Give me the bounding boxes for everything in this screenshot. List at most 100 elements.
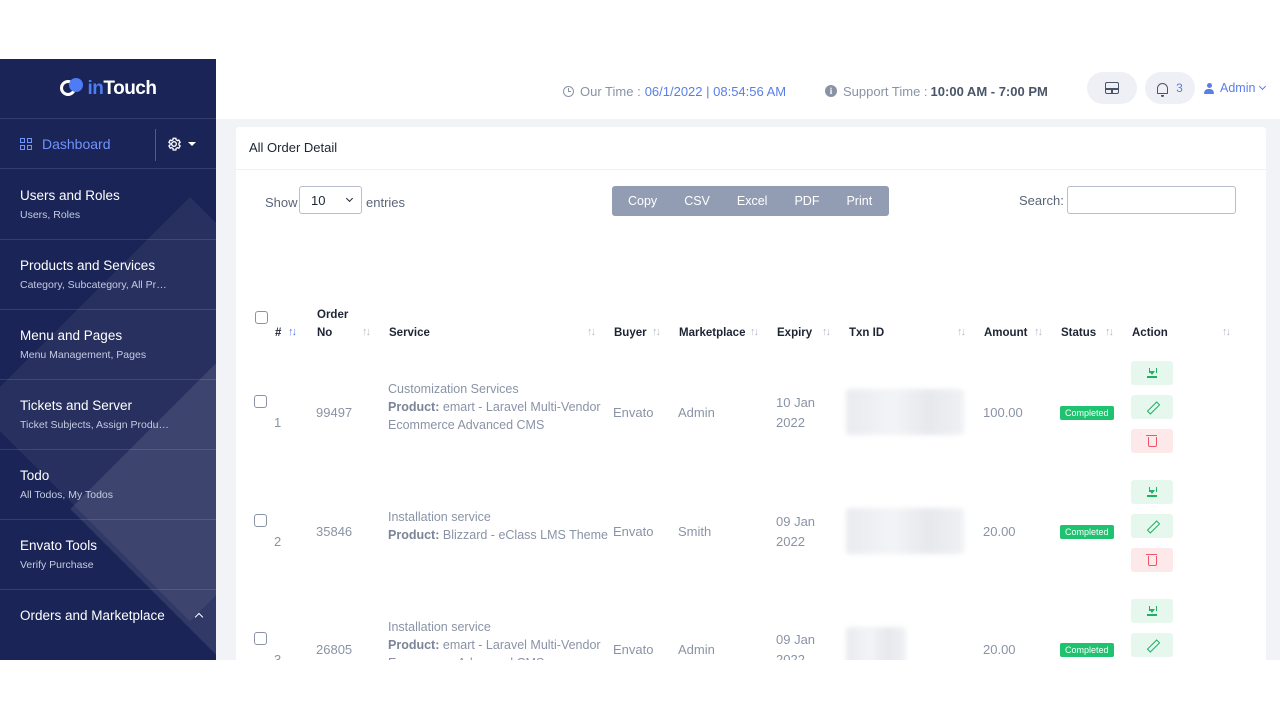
sort-icon[interactable]: ↑↓ [587, 326, 596, 338]
sidebar-item-title: Tickets and Server [20, 398, 133, 413]
order-no: 99497 [316, 405, 353, 420]
sort-icon[interactable]: ↑↓ [957, 326, 966, 338]
sidebar-item-title: Menu and Pages [20, 328, 123, 343]
export-button-group: Copy CSV Excel PDF Print [612, 186, 889, 216]
row-index: 2 [274, 534, 282, 549]
sort-icon[interactable]: ↑↓ [1105, 326, 1114, 338]
expiry-date: 09 Jan [776, 632, 816, 647]
excel-button[interactable]: Excel [737, 194, 768, 208]
copy-button[interactable]: Copy [628, 194, 657, 208]
service-name: Customization Services [388, 382, 519, 396]
sidebar-item-orders-and-marketplace[interactable]: Orders and Marketplace [0, 590, 216, 660]
bell-icon [1157, 82, 1169, 97]
product-line: Product: emart - Laravel Multi-Vendor Ec… [388, 638, 601, 660]
our-time-label: Our Time : [580, 83, 641, 99]
our-time-value: 06/1/2022 | 08:54:56 AM [644, 83, 787, 99]
order-no: 35846 [316, 524, 353, 539]
sidebar-item-envato-tools[interactable]: Envato Tools Verify Purchase [0, 520, 216, 590]
amount: 20.00 [983, 642, 1016, 657]
sidebar-item-title: Products and Services [20, 258, 156, 273]
download-button[interactable] [1131, 480, 1173, 504]
download-icon [1147, 487, 1157, 497]
edit-button[interactable] [1131, 633, 1173, 657]
order-detail-card: All Order Detail Show 10 entries Copy CS… [236, 127, 1266, 660]
sidebar-item-title: Orders and Marketplace [20, 608, 165, 623]
sidebar-item-todo[interactable]: Todo All Todos, My Todos [0, 450, 216, 520]
sidebar-item-subtitle: Ticket Subjects, Assign Produc... [20, 419, 170, 431]
row-checkbox[interactable] [254, 395, 267, 408]
column-header-order-no[interactable]: Order [317, 309, 348, 321]
brand-logo[interactable]: inTouch [0, 59, 216, 119]
edit-button[interactable] [1131, 395, 1173, 419]
sort-asc-icon[interactable]: ↑↓ [288, 326, 297, 338]
csv-button[interactable]: CSV [684, 194, 710, 208]
layout-toggle-button[interactable] [1087, 72, 1137, 104]
status-badge: Completed [1060, 406, 1114, 420]
column-header-marketplace[interactable]: Marketplace [679, 327, 745, 339]
sidebar-item-products-and-services[interactable]: Products and Services Category, Subcateg… [0, 240, 216, 310]
print-button[interactable]: Print [846, 194, 872, 208]
download-icon [1147, 606, 1157, 616]
amount: 20.00 [983, 524, 1016, 539]
support-time: i Support Time : 10:00 AM - 7:00 PM [825, 81, 1048, 101]
notification-count: 3 [1176, 81, 1183, 95]
row-checkbox[interactable] [254, 632, 267, 645]
sort-icon[interactable]: ↑↓ [652, 326, 661, 338]
sidebar-item-menu-and-pages[interactable]: Menu and Pages Menu Management, Pages [0, 310, 216, 380]
sidebar-item-tickets-and-server[interactable]: Tickets and Server Ticket Subjects, Assi… [0, 380, 216, 450]
column-header-expiry[interactable]: Expiry [777, 327, 812, 339]
download-button[interactable] [1131, 599, 1173, 623]
layout-icon [1105, 82, 1119, 94]
sidebar-item-title: Users and Roles [20, 188, 120, 203]
user-menu[interactable]: Admin [1204, 81, 1267, 95]
info-icon: i [825, 85, 837, 97]
service-cell: Installation service Product: emart - La… [388, 618, 603, 660]
buyer: Envato [613, 524, 654, 539]
sort-icon[interactable]: ↑↓ [362, 326, 371, 338]
pencil-icon [1147, 402, 1157, 412]
column-header-status[interactable]: Status [1061, 327, 1096, 339]
pdf-button[interactable]: PDF [794, 194, 819, 208]
delete-button[interactable] [1131, 548, 1173, 572]
column-header-txn-id[interactable]: Txn ID [849, 327, 884, 339]
trash-icon [1146, 554, 1157, 566]
column-header-order-no-line2: No [317, 327, 333, 339]
column-header-amount[interactable]: Amount [984, 327, 1027, 339]
logo-text: inTouch [87, 77, 157, 99]
sort-icon[interactable]: ↑↓ [750, 326, 759, 338]
txn-id-redacted [846, 627, 906, 660]
sidebar-item-users-and-roles[interactable]: Users and Roles Users, Roles [0, 170, 216, 240]
row-checkbox[interactable] [254, 514, 267, 527]
column-header-service[interactable]: Service [389, 327, 430, 339]
status-badge: Completed [1060, 643, 1114, 657]
sidebar-item-label: Dashboard [42, 136, 111, 152]
dashboard-grid-icon [20, 138, 32, 150]
settings-dropdown-button[interactable] [166, 133, 200, 155]
sidebar-item-subtitle: Verify Purchase [20, 559, 94, 571]
trash-icon [1146, 435, 1157, 447]
download-icon [1147, 368, 1157, 378]
select-all-checkbox[interactable] [255, 311, 268, 324]
pencil-icon [1147, 521, 1157, 531]
sidebar-item-dashboard[interactable]: Dashboard [20, 119, 111, 169]
expiry-date: 10 Jan [776, 395, 816, 410]
search-input[interactable] [1067, 186, 1236, 214]
edit-button[interactable] [1131, 514, 1173, 538]
sort-icon[interactable]: ↑↓ [1222, 326, 1231, 338]
entries-value: 10 [311, 193, 326, 208]
sidebar-item-subtitle: Category, Subcategory, All Pro... [20, 279, 170, 291]
app-window: inTouch Dashboard Users and Roles Users,… [0, 59, 1280, 660]
sort-icon[interactable]: ↑↓ [1034, 326, 1043, 338]
column-header-buyer[interactable]: Buyer [614, 327, 647, 339]
column-header-index[interactable]: # [275, 327, 281, 339]
delete-button[interactable] [1131, 429, 1173, 453]
order-no: 26805 [316, 642, 353, 657]
entries-select[interactable]: 10 [299, 186, 362, 214]
sort-icon[interactable]: ↑↓ [822, 326, 831, 338]
download-button[interactable] [1131, 361, 1173, 385]
column-header-action: Action [1132, 327, 1168, 339]
service-cell: Customization Services Product: emart - … [388, 380, 603, 434]
notifications-button[interactable]: 3 [1145, 72, 1195, 104]
top-header: Our Time : 06/1/2022 | 08:54:56 AM i Sup… [216, 59, 1280, 119]
search-label: Search: [1019, 193, 1064, 208]
